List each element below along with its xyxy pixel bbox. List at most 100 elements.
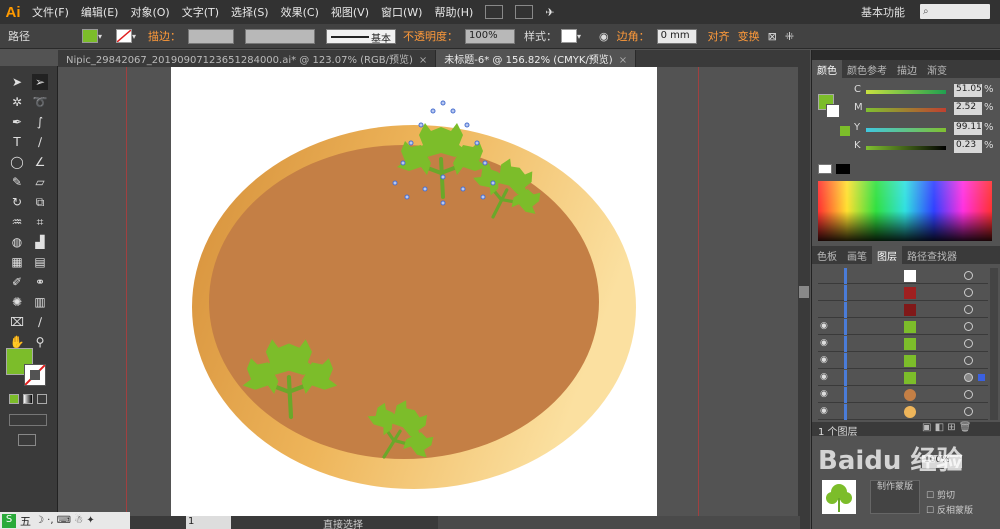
stroke-dropdown-icon[interactable]: ▾ — [132, 32, 140, 41]
layers-footer-icons[interactable]: ▣ ◧ ⊞ 🗑 — [922, 422, 972, 433]
free-transform-tool-icon[interactable]: ⌗ — [32, 214, 48, 230]
artboard-number-field[interactable]: 1 — [186, 516, 231, 529]
shape-builder-tool-icon[interactable]: ◍ — [9, 234, 25, 250]
magenta-value-field[interactable]: 2.52 — [954, 102, 982, 115]
layer-row[interactable] — [818, 302, 988, 318]
object-thumbnail[interactable] — [822, 480, 856, 514]
opacity-field[interactable]: 100% — [465, 28, 515, 44]
close-icon[interactable]: × — [419, 55, 427, 66]
graphic-style-dropdown-icon[interactable]: ▾ — [577, 32, 585, 41]
gpu-icon[interactable]: ✈ — [539, 6, 560, 19]
layer-row[interactable]: ◉ — [818, 319, 988, 335]
layer-row[interactable]: ◉ — [818, 404, 988, 420]
target-icon[interactable] — [964, 356, 973, 365]
color-mode-icon[interactable] — [9, 394, 19, 404]
pencil-tool-icon[interactable]: ✎ — [9, 174, 25, 190]
eye-icon[interactable]: ◉ — [820, 389, 832, 399]
menu-view[interactable]: 视图(V) — [325, 4, 375, 20]
graphic-style-swatch[interactable] — [561, 29, 577, 43]
slice-tool-icon[interactable]: ∕ — [32, 314, 48, 330]
corner-label[interactable]: 边角： — [617, 28, 650, 44]
target-icon[interactable] — [964, 271, 973, 280]
make-mask-button[interactable]: 制作蒙版 — [870, 480, 920, 514]
eyedropper-tool-icon[interactable]: ✐ — [9, 274, 25, 290]
direct-selection-tool-icon[interactable]: ➢ — [32, 74, 48, 90]
eye-icon[interactable]: ◉ — [820, 321, 832, 331]
target-icon[interactable] — [964, 288, 973, 297]
isolate-icon[interactable]: ⊠ — [768, 30, 777, 43]
stroke-weight-field[interactable] — [188, 28, 234, 44]
selection-tool-icon[interactable]: ➤ — [9, 74, 25, 90]
black-value-field[interactable]: 0.23 — [954, 140, 982, 153]
zoom-tool-icon[interactable]: ⚲ — [32, 334, 48, 350]
magic-wand-tool-icon[interactable]: ✲ — [9, 94, 25, 110]
menu-file[interactable]: 文件(F) — [26, 4, 75, 20]
canvas-area[interactable] — [58, 67, 810, 516]
tab-swatches[interactable]: 色板 — [812, 246, 842, 264]
drawing-modes-icon[interactable] — [9, 414, 47, 426]
variable-width-dropdown[interactable] — [245, 28, 315, 44]
menu-edit[interactable]: 编辑(E) — [75, 4, 125, 20]
layers-scrollbar[interactable] — [990, 268, 998, 420]
tab-gradient[interactable]: 渐变 — [922, 60, 952, 78]
eye-icon[interactable]: ◉ — [820, 372, 832, 382]
blend-tool-icon[interactable]: ⚭ — [32, 274, 48, 290]
layer-row[interactable] — [818, 285, 988, 301]
slider-track[interactable] — [866, 90, 946, 94]
menu-window[interactable]: 窗口(W) — [375, 4, 428, 20]
layer-row-selected[interactable]: ◉ — [818, 370, 988, 386]
vertical-scrollbar[interactable] — [798, 67, 810, 516]
none-mode-icon[interactable] — [37, 394, 47, 404]
fill-dropdown-icon[interactable]: ▾ — [98, 32, 106, 41]
menu-object[interactable]: 对象(O) — [124, 4, 175, 20]
gradient-tool-icon[interactable]: ▤ — [32, 254, 48, 270]
target-icon[interactable] — [964, 390, 973, 399]
line-tool-icon[interactable]: ∕ — [32, 134, 48, 150]
close-icon[interactable]: × — [619, 55, 627, 66]
anchor-options-icon[interactable]: ⁜ — [785, 30, 794, 43]
layer-row[interactable]: ◉ — [818, 353, 988, 369]
perspective-grid-tool-icon[interactable]: ▟ — [32, 234, 48, 250]
arrange-documents-icon[interactable] — [515, 5, 534, 19]
tab-color-guide[interactable]: 颜色参考 — [842, 60, 892, 78]
artboard-tool-icon[interactable]: ⌧ — [9, 314, 25, 330]
type-tool-icon[interactable]: T — [9, 134, 25, 150]
vertical-scroll-thumb[interactable] — [799, 286, 809, 298]
eye-icon[interactable]: ◉ — [820, 338, 832, 348]
mesh-tool-icon[interactable]: ▦ — [9, 254, 25, 270]
stroke-weight-label[interactable]: 描边： — [148, 28, 181, 44]
invert-mask-checkbox[interactable]: ☐ 反相蒙版 — [926, 503, 973, 516]
scale-tool-icon[interactable]: ⧉ — [32, 194, 48, 210]
search-input[interactable]: ⌕ — [920, 4, 990, 19]
ellipse-tool-icon[interactable]: ◯ — [9, 154, 25, 170]
ime-mode-label[interactable]: 五 — [20, 513, 31, 529]
align-link[interactable]: 对齐 — [708, 28, 730, 44]
fill-swatch[interactable] — [82, 29, 98, 43]
lasso-tool-icon[interactable]: ➰ — [32, 94, 48, 110]
target-icon[interactable] — [964, 305, 973, 314]
stroke-color-box[interactable] — [24, 364, 46, 386]
last-color-swatch[interactable] — [840, 126, 850, 136]
menu-select[interactable]: 选择(S) — [225, 4, 275, 20]
menu-help[interactable]: 帮助(H) — [428, 4, 479, 20]
slider-track[interactable] — [866, 128, 946, 132]
layer-row[interactable]: ◉ — [818, 387, 988, 403]
horizontal-scrollbar[interactable] — [438, 516, 800, 529]
slider-track[interactable] — [866, 146, 946, 150]
target-icon[interactable] — [964, 407, 973, 416]
tab-pathfinder[interactable]: 路径查找器 — [902, 246, 962, 264]
color-panel-stroke[interactable] — [826, 104, 840, 118]
layer-row[interactable]: ◉ — [818, 336, 988, 352]
artboard[interactable] — [171, 67, 657, 516]
yellow-value-field[interactable]: 99.11 — [954, 122, 982, 135]
tab-untitled-6[interactable]: 未标题-6* @ 156.82% (CMYK/预览) × — [436, 50, 637, 67]
clip-checkbox[interactable]: ☐ 剪切 — [926, 488, 955, 501]
recolor-icon[interactable]: ◉ — [599, 30, 609, 43]
pen-tool-icon[interactable]: ✒ — [9, 114, 25, 130]
stroke-swatch[interactable] — [116, 29, 132, 43]
transform-link[interactable]: 变换 — [738, 28, 760, 44]
target-icon[interactable] — [964, 373, 973, 382]
eye-icon[interactable]: ◉ — [820, 355, 832, 365]
eraser-tool-icon[interactable]: ▱ — [32, 174, 48, 190]
paintbrush-tool-icon[interactable]: ∠ — [32, 154, 48, 170]
